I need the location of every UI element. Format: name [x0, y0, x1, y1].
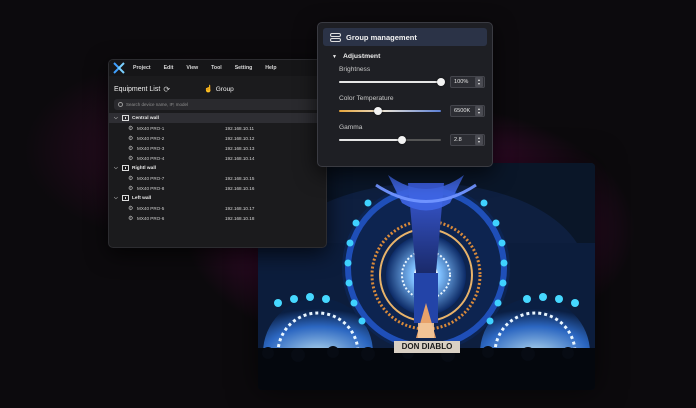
device-name: MX40 PRO-7 — [137, 175, 165, 181]
gamma-stepper[interactable]: 2.8 ▲ ▼ — [450, 134, 485, 146]
device-name: MX40 PRO-6 — [137, 215, 165, 221]
chevron-down-icon[interactable]: ⌵ — [114, 165, 122, 171]
device-gear-icon: ⚙ — [128, 185, 134, 192]
device-gear-icon: ⚙ — [128, 145, 134, 152]
group-name: Rightl wall — [132, 165, 156, 171]
equipment-window: Project Edit View Tool Setting Help Equi… — [108, 59, 327, 248]
param-gamma: Gamma 2.8 ▲ ▼ — [339, 124, 487, 147]
param-label: Color Temperature — [339, 95, 394, 102]
slider-fill — [339, 139, 403, 141]
adjustment-section-toggle[interactable]: ▼ Adjustment — [332, 53, 487, 60]
param-label: Brightness — [339, 66, 371, 73]
param-brightness: Brightness 100% ▲ ▼ — [339, 66, 487, 89]
device-tree: ⌵ Central wall ⚙ MX40 PRO-1 192.168.10.1… — [109, 113, 326, 223]
device-name: MX40 PRO-1 — [137, 125, 165, 131]
group-button-label: Group — [215, 85, 234, 93]
color-temperature-slider[interactable] — [339, 107, 441, 115]
tree-device[interactable]: ⚙ MX40 PRO-2 192.168.10.12 — [109, 133, 326, 143]
device-ip: 192.168.10.13 — [225, 145, 255, 151]
triangle-down-icon: ▼ — [332, 53, 337, 60]
device-ip: 192.168.10.12 — [225, 135, 255, 141]
pointer-icon: ☝ — [204, 86, 213, 93]
device-name: MX40 PRO-2 — [137, 135, 165, 141]
chevron-down-icon[interactable]: ⌵ — [114, 115, 122, 121]
stepper-arrows-icon[interactable]: ▲ ▼ — [475, 135, 483, 145]
stepper-arrows-icon[interactable]: ▲ ▼ — [475, 106, 483, 116]
param-color-temperature: Color Temperature 6500K ▲ ▼ — [339, 95, 487, 118]
param-label: Gamma — [339, 124, 363, 131]
tree-device[interactable]: ⚙ MX40 PRO-7 192.168.10.15 — [109, 173, 326, 183]
menu-edit[interactable]: Edit — [164, 65, 174, 71]
menu-tool[interactable]: Tool — [211, 65, 222, 71]
tree-device[interactable]: ⚙ MX40 PRO-5 192.168.10.17 — [109, 203, 326, 213]
stepper-value: 2.8 — [454, 137, 462, 143]
group-management-header: Group management — [323, 28, 487, 46]
brightness-stepper[interactable]: 100% ▲ ▼ — [450, 76, 485, 88]
slider-thumb[interactable] — [373, 107, 382, 115]
stepper-arrows-icon[interactable]: ▲ ▼ — [475, 77, 483, 87]
menu-bar: Project Edit View Tool Setting Help — [109, 60, 326, 76]
tree-device[interactable]: ⚙ MX40 PRO-4 192.168.10.14 — [109, 153, 326, 163]
equipment-title: Equipment List — [114, 85, 161, 93]
device-gear-icon: ⚙ — [128, 125, 134, 132]
menu-project[interactable]: Project — [133, 65, 151, 71]
device-name: MX40 PRO-4 — [137, 155, 165, 161]
slider-thumb[interactable] — [398, 136, 407, 144]
device-ip: 192.168.10.16 — [225, 185, 255, 191]
tree-group-right-wall[interactable]: ⌵ Rightl wall — [109, 163, 326, 173]
group-management-window: Group management ▼ Adjustment Brightness… — [317, 22, 493, 167]
menu-view[interactable]: View — [186, 65, 198, 71]
device-gear-icon: ⚙ — [128, 135, 134, 142]
gamma-slider[interactable] — [339, 136, 441, 144]
group-button[interactable]: ☝ Group — [204, 85, 234, 94]
tree-group-left-wall[interactable]: ⌵ Left wall — [109, 193, 326, 203]
search-icon — [118, 102, 123, 107]
led-wall-icon — [122, 195, 129, 201]
device-gear-icon: ⚙ — [128, 215, 134, 222]
device-search — [114, 99, 321, 110]
brightness-slider[interactable] — [339, 78, 445, 86]
led-wall-icon — [122, 165, 129, 171]
device-name: MX40 PRO-8 — [137, 185, 165, 191]
tree-group-central-wall[interactable]: ⌵ Central wall — [109, 113, 326, 123]
equipment-header: Equipment List ⟳ ☝ Group — [109, 79, 326, 99]
device-ip: 192.168.10.18 — [225, 215, 255, 221]
tree-device[interactable]: ⚙ MX40 PRO-3 192.168.10.13 — [109, 143, 326, 153]
menu-setting[interactable]: Setting — [235, 65, 253, 71]
device-gear-icon: ⚙ — [128, 155, 134, 162]
device-gear-icon: ⚙ — [128, 175, 134, 182]
tree-device[interactable]: ⚙ MX40 PRO-8 192.168.10.16 — [109, 183, 326, 193]
led-wall-icon — [122, 115, 129, 121]
group-name: Central wall — [132, 115, 159, 121]
tree-device[interactable]: ⚙ MX40 PRO-6 192.168.10.18 — [109, 213, 326, 223]
stepper-value: 100% — [454, 79, 469, 85]
device-name: MX40 PRO-5 — [137, 205, 165, 211]
device-ip: 192.168.10.17 — [225, 205, 255, 211]
slider-fill — [339, 81, 441, 83]
group-name: Left wall — [132, 195, 152, 201]
device-search-input[interactable] — [126, 102, 306, 107]
device-ip: 192.168.10.11 — [225, 125, 255, 131]
menu-help[interactable]: Help — [265, 65, 276, 71]
chevron-down-icon[interactable]: ⌵ — [114, 195, 122, 201]
color-temperature-stepper[interactable]: 6500K ▲ ▼ — [450, 105, 485, 117]
tree-device[interactable]: ⚙ MX40 PRO-1 192.168.10.11 — [109, 123, 326, 133]
device-ip: 192.168.10.14 — [225, 155, 255, 161]
slider-thumb[interactable] — [437, 78, 445, 86]
group-icon — [330, 32, 341, 42]
stepper-value: 6500K — [454, 108, 471, 114]
adjustment-title: Adjustment — [342, 53, 381, 60]
device-ip: 192.168.10.15 — [225, 175, 255, 181]
device-name: MX40 PRO-3 — [137, 145, 165, 151]
group-management-title: Group management — [346, 32, 417, 42]
device-gear-icon: ⚙ — [128, 205, 134, 212]
refresh-icon[interactable]: ⟳ — [163, 85, 170, 94]
app-logo-icon — [113, 62, 125, 74]
stage-sign: DON DIABLO — [394, 341, 460, 353]
